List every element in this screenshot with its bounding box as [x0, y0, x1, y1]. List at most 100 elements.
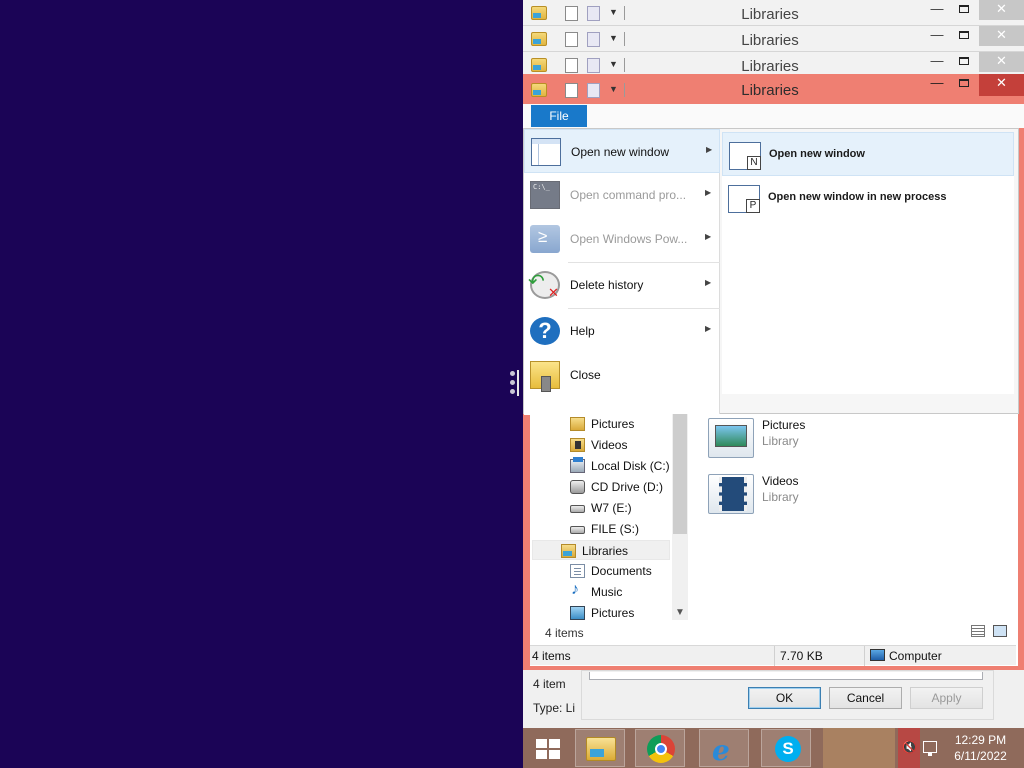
- new-folder-icon[interactable]: [587, 83, 600, 98]
- chevron-down-icon[interactable]: ▼: [609, 59, 618, 69]
- navigation-scrollbar[interactable]: ▼: [672, 414, 688, 620]
- tree-item-label: Libraries: [582, 544, 629, 558]
- tree-item-documents[interactable]: Documents: [570, 561, 670, 581]
- submenu-badge: N: [747, 156, 761, 170]
- window-title: Libraries: [741, 32, 799, 49]
- close-button[interactable]: ✕: [979, 26, 1024, 46]
- minimize-button[interactable]: —: [923, 0, 951, 20]
- chevron-down-icon[interactable]: ▼: [609, 33, 618, 43]
- properties-icon[interactable]: [565, 32, 578, 47]
- tree-item-label: CD Drive (D:): [591, 480, 663, 494]
- menu-item-open-windows-powershell[interactable]: Open Windows Pow... ▶: [524, 217, 720, 261]
- local-disk-icon: [570, 457, 585, 473]
- taskbar-chrome[interactable]: [635, 729, 685, 767]
- window-titlebar[interactable]: ▼ Libraries — ✕: [523, 74, 1024, 104]
- library-type: Library: [762, 490, 799, 504]
- new-window-icon: [531, 138, 561, 166]
- tree-item-libraries[interactable]: Libraries: [532, 540, 670, 560]
- snap-splitter-handle[interactable]: [508, 368, 520, 398]
- taskbar-file-explorer[interactable]: [575, 729, 625, 767]
- music-icon: [570, 581, 585, 599]
- properties-icon[interactable]: [565, 58, 578, 73]
- new-folder-icon[interactable]: [587, 6, 600, 21]
- menu-item-open-command-prompt[interactable]: Open command pro... ▶: [524, 173, 720, 217]
- ok-button[interactable]: OK: [748, 687, 821, 709]
- chevron-down-icon[interactable]: ▼: [609, 7, 618, 17]
- library-item-pictures[interactable]: Pictures Library: [708, 416, 908, 466]
- clock-time[interactable]: 12:29 PM: [943, 733, 1018, 747]
- tree-item-cd-drive[interactable]: CD Drive (D:): [570, 477, 670, 497]
- qat-separator: [624, 83, 625, 97]
- submenu-arrow-icon: ▶: [705, 278, 712, 287]
- maximize-button[interactable]: [951, 0, 977, 20]
- properties-icon[interactable]: [565, 6, 578, 21]
- tree-item-videos[interactable]: Videos: [570, 435, 670, 455]
- qat-separator: [624, 6, 625, 20]
- close-button[interactable]: ✕: [979, 0, 1024, 20]
- menu-item-close[interactable]: Close: [524, 353, 720, 397]
- tree-item-label: Pictures: [591, 606, 635, 620]
- tree-item-label: Pictures: [591, 417, 635, 431]
- scrollbar-thumb[interactable]: [673, 414, 687, 534]
- apply-button[interactable]: Apply: [910, 687, 983, 709]
- tree-item-label: Music: [591, 585, 623, 599]
- menu-item-delete-history[interactable]: Delete history ▶: [524, 263, 720, 307]
- chrome-icon: [647, 735, 675, 763]
- tree-item-w7-drive[interactable]: W7 (E:): [570, 498, 670, 518]
- library-item-videos[interactable]: Videos Library: [708, 472, 908, 522]
- file-tab[interactable]: File: [531, 105, 587, 127]
- new-folder-icon[interactable]: [587, 58, 600, 73]
- tree-item-local-disk[interactable]: Local Disk (C:): [570, 456, 670, 476]
- qat-separator: [624, 58, 625, 72]
- file-menu: Open new window ▶ Open command pro... ▶ …: [523, 128, 1019, 415]
- menu-item-open-new-window[interactable]: Open new window ▶: [524, 129, 720, 173]
- tree-item-label: Videos: [591, 438, 628, 452]
- splitter-dot: [510, 389, 515, 394]
- ribbon-tabs: File: [523, 104, 1024, 128]
- menu-item-help[interactable]: ? Help ▶: [524, 309, 720, 353]
- tree-item-pictures[interactable]: Pictures: [570, 414, 670, 434]
- submenu-item-open-new-window[interactable]: N Open new window: [722, 132, 1014, 176]
- videos-folder-icon: [570, 438, 585, 452]
- open-new-window-submenu: N Open new window P Open new window in n…: [722, 132, 1014, 394]
- submenu-arrow-icon: ▶: [705, 324, 712, 333]
- dialog-field[interactable]: [589, 672, 983, 680]
- submenu-item-open-new-window-new-process[interactable]: P Open new window in new process: [722, 176, 1014, 220]
- chevron-down-icon[interactable]: ▼: [609, 84, 618, 94]
- background-window-titlebar[interactable]: ▼ Libraries — ✕: [523, 26, 1024, 52]
- menu-item-label: Delete history: [570, 278, 644, 292]
- menu-item-label: Close: [570, 368, 601, 382]
- large-icons-view-icon[interactable]: [993, 625, 1007, 637]
- command-prompt-icon: [530, 181, 560, 209]
- network-icon[interactable]: [923, 741, 937, 756]
- tree-item-file-drive[interactable]: FILE (S:): [570, 519, 670, 539]
- new-folder-icon[interactable]: [587, 32, 600, 47]
- close-button[interactable]: ✕: [979, 52, 1024, 72]
- maximize-button[interactable]: [951, 26, 977, 46]
- properties-icon[interactable]: [565, 83, 578, 98]
- taskbar-internet-explorer[interactable]: e: [699, 729, 749, 767]
- tree-item-music[interactable]: Music: [570, 581, 670, 602]
- volume-muted-button[interactable]: 🔇: [898, 728, 920, 768]
- details-view-icon[interactable]: [971, 625, 985, 637]
- chevron-down-icon[interactable]: ▼: [675, 607, 685, 618]
- taskbar-skype[interactable]: S: [761, 729, 811, 767]
- clock-date[interactable]: 6/11/2022: [943, 749, 1018, 763]
- cancel-button[interactable]: Cancel: [829, 687, 902, 709]
- new-process-window-icon: P: [728, 185, 760, 213]
- help-icon: ?: [530, 317, 560, 345]
- maximize-button[interactable]: [951, 52, 977, 72]
- taskbar-blurred-area: [823, 728, 895, 768]
- tree-item-label: Documents: [591, 564, 652, 578]
- minimize-button[interactable]: —: [923, 74, 951, 94]
- menu-item-label: Open new window: [571, 145, 670, 159]
- library-name: Pictures: [762, 418, 806, 432]
- desktop-background: [0, 0, 523, 768]
- close-button[interactable]: ✕: [979, 74, 1024, 96]
- maximize-button[interactable]: [951, 74, 977, 94]
- minimize-button[interactable]: —: [923, 26, 951, 46]
- background-window-titlebar[interactable]: ▼ Libraries — ✕: [523, 0, 1024, 26]
- minimize-button[interactable]: —: [923, 52, 951, 72]
- status-separator: [864, 646, 865, 666]
- start-button[interactable]: [523, 729, 573, 767]
